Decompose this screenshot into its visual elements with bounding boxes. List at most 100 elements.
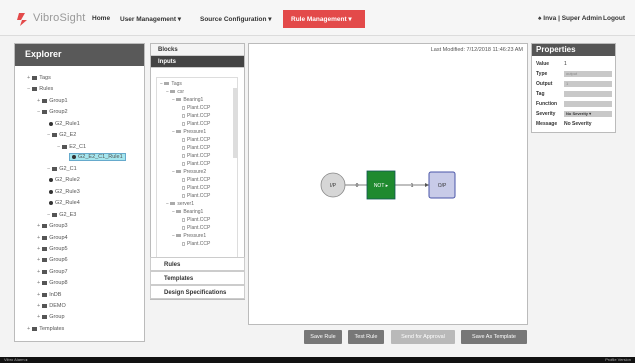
input-node-pressure1[interactable]: − Pressure1 — [172, 233, 206, 239]
tree-item-group2[interactable]: − Group2 — [37, 109, 68, 115]
prop-type-field[interactable]: output — [564, 71, 612, 77]
nav-user-management[interactable]: User Management ▾ — [120, 15, 181, 23]
expression-icon — [52, 132, 58, 137]
input-tag[interactable]: Plant.CCP — [182, 145, 210, 151]
group-icon — [42, 109, 48, 114]
properties-title: Properties — [532, 44, 615, 56]
input-tag[interactable]: Plant.CCP — [182, 217, 210, 223]
input-tag[interactable]: Plant.CCP — [182, 193, 210, 199]
group-icon — [42, 303, 48, 308]
folder-icon — [176, 170, 182, 174]
input-tag[interactable]: Plant.CCP — [182, 177, 210, 183]
tree-item-e2-c1[interactable]: − E2_C1 — [57, 144, 86, 150]
status-right: Profile Version — [605, 357, 631, 362]
input-tag[interactable]: Plant.CCP — [182, 225, 210, 231]
tag-icon — [182, 241, 185, 246]
status-bar: Vibro Alarm ▸ Profile Version — [0, 357, 635, 363]
tag-icon — [182, 105, 185, 110]
input-node-server1[interactable]: − server1 — [166, 201, 194, 207]
output-node-label: O/P — [438, 183, 447, 189]
input-tag[interactable]: Plant.CCP — [182, 161, 210, 167]
brand-name: VibroSight — [33, 12, 86, 24]
input-tag[interactable]: Plant.CCP — [182, 153, 210, 159]
input-node-pressure2[interactable]: − Pressure2 — [172, 169, 206, 175]
tree-item-group[interactable]: + Group — [37, 314, 65, 320]
prop-function-field[interactable] — [564, 101, 612, 107]
section-templates[interactable]: Templates — [150, 271, 245, 285]
input-node-tags[interactable]: − Tags — [160, 81, 182, 87]
tree-item-g2-rule1[interactable]: G2_Rule1 — [49, 121, 80, 127]
input-tag[interactable]: Plant.CCP — [182, 121, 210, 127]
tag-icon — [182, 153, 185, 158]
tree-item-g2-rule3[interactable]: G2_Rule3 — [49, 189, 80, 195]
tab-blocks[interactable]: Blocks — [151, 44, 244, 56]
nav-rule-management[interactable]: Rule Management ▾ — [291, 15, 352, 23]
nav-source-configuration[interactable]: Source Configuration ▾ — [200, 15, 272, 23]
prop-value-label: Value — [536, 61, 550, 67]
not-gate-label: NOT ▸ — [374, 183, 389, 189]
nav-home[interactable]: Home — [92, 15, 110, 22]
group-icon — [42, 269, 48, 274]
rule-canvas[interactable]: Last Modified: 7/12/2018 11:46:23 AM I/P… — [248, 43, 528, 325]
properties-panel: Properties Value 1 Type output Output 1 … — [531, 43, 616, 133]
prop-tag-field[interactable] — [564, 91, 612, 97]
tree-item-g2-e3[interactable]: − G2_E3 — [47, 212, 76, 218]
section-design-specifications[interactable]: Design Specifications — [150, 285, 245, 299]
logout-link[interactable]: Logout — [603, 15, 625, 22]
tree-item-g2-rule4[interactable]: G2_Rule4 — [49, 200, 80, 206]
save-rule-button[interactable]: Save Rule — [304, 330, 342, 344]
tree-item-group6[interactable]: + Group6 — [37, 257, 68, 263]
tag-icon — [182, 177, 185, 182]
input-node-pressure1[interactable]: − Pressure1 — [172, 129, 206, 135]
severity-select[interactable]: No Severity ▾ — [564, 111, 612, 117]
group-icon — [42, 257, 48, 262]
input-tag[interactable]: Plant.CCP — [182, 113, 210, 119]
prop-tag-label: Tag — [536, 91, 545, 97]
group-icon — [42, 235, 48, 240]
tag-icon — [182, 137, 185, 142]
prop-output-label: Output — [536, 81, 553, 87]
tree-item-g2-e2-c1-rule1[interactable]: G2_E2_C1_Rule1 — [69, 153, 126, 161]
scrollbar-thumb[interactable] — [233, 88, 237, 158]
input-node-bearing1[interactable]: − Bearing1 — [172, 97, 203, 103]
tree-item-rules[interactable]: − Rules — [27, 86, 53, 92]
tree-item-group8[interactable]: + Group8 — [37, 280, 68, 286]
tree-item-g2-e2[interactable]: − G2_E2 — [47, 132, 76, 138]
input-tag[interactable]: Plant.CCP — [182, 137, 210, 143]
tag-icon — [182, 121, 185, 126]
input-tag[interactable]: Plant.CCP — [182, 105, 210, 111]
tag-icon — [182, 145, 185, 150]
user-menu[interactable]: ♠ Inva | Super Admin — [538, 15, 602, 22]
input-tag[interactable]: Plant.CCP — [182, 185, 210, 191]
tree-item-group4[interactable]: + Group4 — [37, 235, 68, 241]
folder-icon — [176, 130, 182, 134]
input-node-csr[interactable]: − csr — [166, 89, 184, 95]
tag-icon — [182, 161, 185, 166]
tag-icon — [182, 217, 185, 222]
tree-item-g2-rule2[interactable]: G2_Rule2 — [49, 177, 80, 183]
tree-item-group7[interactable]: + Group7 — [37, 269, 68, 275]
input-tag[interactable]: Plant.CCP — [182, 241, 210, 247]
tree-item-group3[interactable]: + Group3 — [37, 223, 68, 229]
test-rule-button[interactable]: Test Rule — [348, 330, 384, 344]
tree-item-demo[interactable]: + DEMO — [37, 303, 66, 309]
prop-output-field[interactable]: 1 — [564, 81, 612, 87]
tree-item-g2-c1[interactable]: − G2_C1 — [47, 166, 77, 172]
tree-item-indb[interactable]: + InDB — [37, 292, 61, 298]
tree-item-templates[interactable]: + Templates — [27, 326, 64, 332]
prop-type-label: Type — [536, 71, 548, 77]
save-as-template-button[interactable]: Save As Template — [461, 330, 527, 344]
tag-icon — [182, 113, 185, 118]
group-icon — [42, 98, 48, 103]
condition-icon — [62, 144, 68, 149]
tree-item-group1[interactable]: + Group1 — [37, 98, 68, 104]
tree-item-tags[interactable]: + Tags — [27, 75, 51, 81]
group-icon — [42, 246, 48, 251]
prop-value-value: 1 — [564, 61, 567, 67]
input-node-bearing1[interactable]: − Bearing1 — [172, 209, 203, 215]
section-rules[interactable]: Rules — [150, 257, 245, 271]
send-for-approval-button[interactable]: Send for Approval — [391, 330, 455, 344]
group-icon — [42, 292, 48, 297]
tree-item-group5[interactable]: + Group5 — [37, 246, 68, 252]
tab-inputs[interactable]: Inputs — [151, 56, 244, 68]
